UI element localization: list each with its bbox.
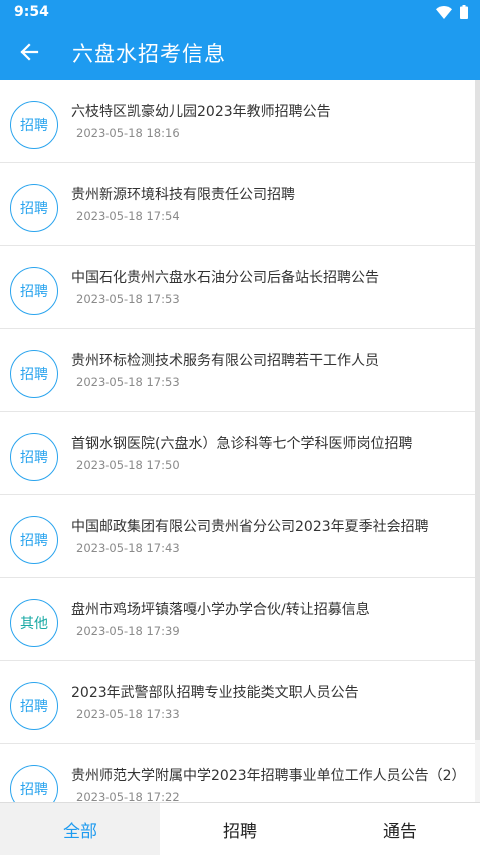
category-badge: 招聘: [10, 101, 58, 149]
item-title: 贵州新源环境科技有限责任公司招聘: [71, 187, 295, 203]
item-title: 贵州环标检测技术服务有限公司招聘若干工作人员: [71, 353, 379, 369]
status-time: 9:54: [14, 4, 49, 20]
item-timestamp: 2023-05-18 17:53: [76, 375, 180, 389]
list-item[interactable]: 招聘 六枝特区凯豪幼儿园2023年教师招聘公告 2023-05-18 18:16: [0, 80, 475, 163]
tab-all[interactable]: 全部: [0, 803, 160, 855]
item-timestamp: 2023-05-18 18:16: [76, 126, 180, 140]
list-item[interactable]: 招聘 贵州环标检测技术服务有限公司招聘若干工作人员 2023-05-18 17:…: [0, 329, 475, 412]
category-badge: 招聘: [10, 267, 58, 315]
list-item[interactable]: 招聘 贵州新源环境科技有限责任公司招聘 2023-05-18 17:54: [0, 163, 475, 246]
item-timestamp: 2023-05-18 17:54: [76, 209, 180, 223]
recruitment-list[interactable]: 招聘 六枝特区凯豪幼儿园2023年教师招聘公告 2023-05-18 18:16…: [0, 80, 475, 802]
category-badge: 其他: [10, 599, 58, 647]
item-title: 中国邮政集团有限公司贵州省分公司2023年夏季社会招聘: [71, 519, 429, 535]
tab-recruitment[interactable]: 招聘: [160, 803, 320, 855]
tab-notice[interactable]: 通告: [320, 803, 480, 855]
bottom-tab-bar: 全部 招聘 通告: [0, 802, 480, 855]
app-bar: 六盘水招考信息: [0, 25, 480, 80]
page-title: 六盘水招考信息: [72, 42, 226, 66]
category-badge: 招聘: [10, 516, 58, 564]
category-badge: 招聘: [10, 682, 58, 730]
item-title: 贵州师范大学附属中学2023年招聘事业单位工作人员公告（2）: [71, 768, 466, 784]
category-badge: 招聘: [10, 765, 58, 802]
item-title: 中国石化贵州六盘水石油分公司后备站长招聘公告: [71, 270, 379, 286]
wifi-icon: [436, 5, 452, 19]
battery-icon: [460, 5, 468, 19]
item-timestamp: 2023-05-18 17:43: [76, 541, 180, 555]
item-timestamp: 2023-05-18 17:33: [76, 707, 180, 721]
item-timestamp: 2023-05-18 17:50: [76, 458, 180, 472]
item-title: 盘州市鸡场坪镇落嘎小学办学合伙/转让招募信息: [71, 602, 370, 618]
arrow-left-icon: [20, 43, 39, 61]
status-icons: [436, 5, 468, 19]
item-timestamp: 2023-05-18 17:53: [76, 292, 180, 306]
back-button[interactable]: [12, 35, 46, 69]
category-badge: 招聘: [10, 350, 58, 398]
item-title: 2023年武警部队招聘专业技能类文职人员公告: [71, 685, 359, 701]
item-title: 六枝特区凯豪幼儿园2023年教师招聘公告: [71, 104, 331, 120]
list-item[interactable]: 招聘 首钢水钢医院(六盘水）急诊科等七个学科医师岗位招聘 2023-05-18 …: [0, 412, 475, 495]
list-item[interactable]: 招聘 贵州师范大学附属中学2023年招聘事业单位工作人员公告（2） 2023-0…: [0, 744, 475, 802]
list-item[interactable]: 招聘 2023年武警部队招聘专业技能类文职人员公告 2023-05-18 17:…: [0, 661, 475, 744]
category-badge: 招聘: [10, 433, 58, 481]
item-timestamp: 2023-05-18 17:39: [76, 624, 180, 638]
status-bar: 9:54: [0, 0, 480, 25]
list-item[interactable]: 招聘 中国邮政集团有限公司贵州省分公司2023年夏季社会招聘 2023-05-1…: [0, 495, 475, 578]
scrollbar-thumb[interactable]: [475, 80, 480, 740]
item-timestamp: 2023-05-18 17:22: [76, 790, 180, 802]
scrollbar[interactable]: [475, 80, 480, 802]
list-item[interactable]: 招聘 中国石化贵州六盘水石油分公司后备站长招聘公告 2023-05-18 17:…: [0, 246, 475, 329]
item-title: 首钢水钢医院(六盘水）急诊科等七个学科医师岗位招聘: [71, 436, 413, 452]
category-badge: 招聘: [10, 184, 58, 232]
list-item[interactable]: 其他 盘州市鸡场坪镇落嘎小学办学合伙/转让招募信息 2023-05-18 17:…: [0, 578, 475, 661]
